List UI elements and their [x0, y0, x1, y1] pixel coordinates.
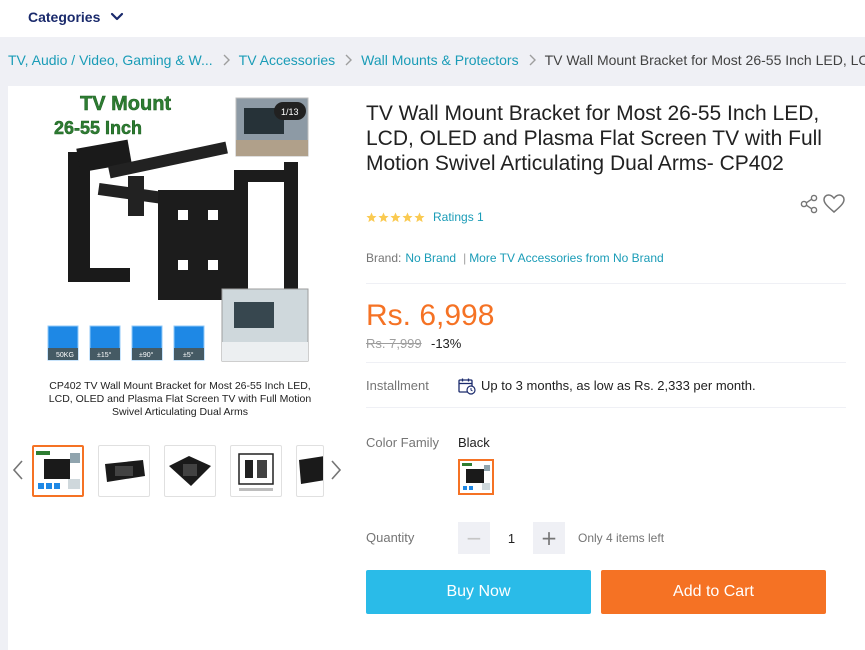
calendar-clock-icon [458, 378, 476, 395]
thumbnail-4[interactable] [230, 445, 282, 497]
product-title: TV Wall Mount Bracket for Most 26-55 Inc… [366, 102, 822, 175]
product-main-image[interactable]: TV Mount 26-55 Inch 1/13 50KG ±15° ±90° … [38, 92, 318, 428]
color-swatch-image [462, 463, 490, 490]
thumbnail-3[interactable] [164, 445, 216, 497]
chevron-right-icon [523, 53, 541, 67]
thumbnail-5[interactable] [296, 445, 324, 497]
thumbnail-2[interactable] [98, 445, 150, 497]
rating-row: Ratings 1 [366, 210, 484, 224]
image-counter: 1/13 [281, 107, 299, 117]
divider [366, 283, 846, 284]
thumbnail-strip [8, 437, 347, 503]
quantity-increase-button[interactable]: + [533, 522, 565, 554]
installment-text: Up to 3 months, as low as Rs. 2,333 per … [481, 378, 756, 393]
color-swatch-black[interactable] [458, 459, 494, 495]
thumbnail-3-image [169, 456, 211, 486]
quantity-decrease-button[interactable]: − [458, 522, 490, 554]
breadcrumb-current: TV Wall Mount Bracket for Most 26-55 Inc… [544, 52, 865, 68]
star-icon [378, 211, 389, 222]
breadcrumb-link-tv-audio[interactable]: TV, Audio / Video, Gaming & W... [8, 52, 213, 68]
quantity-input[interactable] [492, 522, 531, 554]
image-caption: CP402 TV Wall Mount Bracket for Most 26-… [48, 380, 312, 418]
image-title-text: TV Mount [80, 93, 171, 115]
badge-rotate: ±5° [183, 351, 194, 359]
color-family-label: Color Family [366, 435, 439, 450]
quantity-label: Quantity [366, 530, 415, 545]
brand-row: Brand: No Brand | More TV Accessories fr… [366, 251, 664, 265]
badge-weight: 50KG [56, 352, 74, 359]
divider [366, 407, 846, 408]
chevron-down-icon [111, 12, 124, 21]
badge-tilt: ±15° [97, 351, 112, 359]
rating-stars [366, 211, 425, 223]
divider [366, 362, 846, 363]
categories-label: Categories [28, 9, 101, 25]
star-icon [366, 211, 377, 222]
color-value: Black [458, 435, 490, 450]
discount-badge: -13% [431, 336, 462, 351]
categories-button[interactable]: Categories [28, 9, 124, 25]
breadcrumb: TV, Audio / Video, Gaming & W... TV Acce… [8, 52, 865, 68]
original-price: Rs. 7,999 [366, 336, 422, 351]
top-bar: Categories [0, 0, 865, 37]
buy-now-button[interactable]: Buy Now [366, 570, 591, 614]
badge-swivel: ±90° [139, 351, 154, 359]
breadcrumb-link-wall-mounts[interactable]: Wall Mounts & Protectors [361, 52, 518, 68]
thumbnail-1-image [36, 451, 80, 489]
ratings-link[interactable]: Ratings 1 [433, 210, 484, 224]
thumbnail-2-image [105, 460, 145, 482]
current-price: Rs. 6,998 [366, 299, 495, 332]
thumbnail-4-image [238, 453, 274, 491]
brand-separator: | [463, 251, 467, 265]
stock-note: Only 4 items left [578, 531, 665, 545]
chevron-right-icon [217, 53, 235, 67]
brand-link[interactable]: No Brand [405, 251, 456, 265]
brand-label: Brand: [366, 251, 402, 265]
add-to-cart-button[interactable]: Add to Cart [601, 570, 826, 614]
more-from-brand-link[interactable]: More TV Accessories from No Brand [469, 251, 664, 265]
star-icon [414, 211, 425, 222]
chevron-right-icon[interactable] [330, 459, 342, 481]
share-icon[interactable] [799, 194, 819, 214]
star-icon [390, 211, 401, 222]
image-subtitle-text: 26-55 Inch [54, 118, 142, 138]
thumbnail-1[interactable] [32, 445, 84, 497]
chevron-left-icon[interactable] [12, 459, 24, 481]
breadcrumb-link-tv-accessories[interactable]: TV Accessories [239, 52, 335, 68]
installment-label: Installment [366, 378, 429, 393]
heart-icon[interactable] [823, 194, 845, 214]
thumbnail-5-image [299, 456, 323, 484]
star-icon [402, 211, 413, 222]
chevron-right-icon [339, 53, 357, 67]
